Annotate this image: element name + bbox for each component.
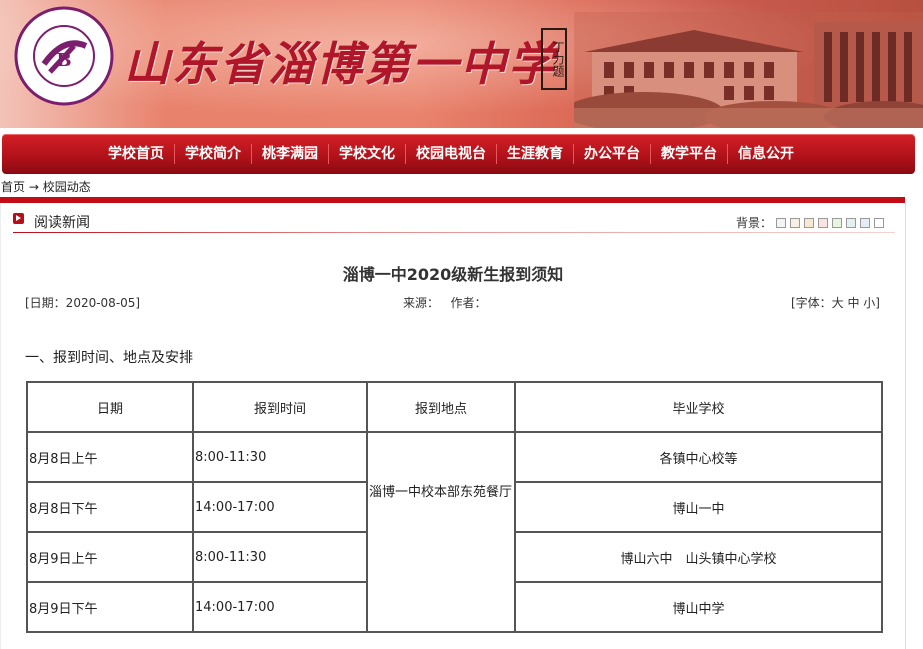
school-title: 山东省淄博第一中学	[124, 37, 556, 91]
cell-time: 14:00-17:00	[192, 481, 368, 533]
section-heading: 一、报到时间、地点及安排	[25, 350, 193, 366]
bg-swatch-1[interactable]	[776, 217, 787, 228]
nav-item-intro[interactable]: 学校简介	[174, 144, 251, 164]
bg-swatch-2[interactable]	[790, 217, 801, 228]
cell-school: 博山六中 山头镇中心学校	[514, 531, 883, 583]
breadcrumb-home[interactable]: 首页	[1, 180, 25, 194]
bg-swatch-8[interactable]	[874, 217, 885, 228]
table-row: 8月8日上午 8:00-11:30 淄博一中校本部东苑餐厅 各镇中心校等	[26, 431, 883, 633]
source-label: 来源：	[403, 296, 440, 310]
background-label: 背景：	[736, 216, 773, 230]
cell-time: 8:00-11:30	[192, 531, 368, 583]
article-panel: 阅读新闻 背景： 淄博一中2020级新生报到须知 [日期：2020-08-05]…	[0, 203, 906, 649]
cell-date: 8月9日上午	[26, 531, 194, 583]
article-date: [日期：2020-08-05]	[25, 296, 141, 310]
header-school: 毕业学校	[514, 381, 883, 433]
arrow-bullet-icon	[13, 213, 24, 224]
bg-swatch-4[interactable]	[818, 217, 829, 228]
calligraphy-seal: 丁力题	[541, 28, 567, 90]
nav-item-career[interactable]: 生涯教育	[496, 144, 573, 164]
article-source: 来源： 作者：	[403, 294, 486, 311]
font-size-switcher[interactable]: [字体：大 中 小]	[791, 294, 880, 311]
breadcrumb-separator: →	[28, 180, 39, 194]
nav-item-office[interactable]: 办公平台	[573, 144, 650, 164]
breadcrumb-current[interactable]: 校园动态	[43, 180, 91, 194]
header-location: 报到地点	[366, 381, 516, 433]
header-time: 报到时间	[192, 381, 368, 433]
cell-time: 14:00-17:00	[192, 581, 368, 633]
table-header-row: 日期 报到时间 报到地点 毕业学校	[26, 381, 883, 433]
cell-school: 各镇中心校等	[514, 431, 883, 483]
bg-swatch-7[interactable]	[860, 217, 871, 228]
header-date: 日期	[26, 381, 194, 433]
cell-date: 8月8日下午	[26, 481, 194, 533]
cell-school: 博山一中	[514, 481, 883, 533]
cell-location: 淄博一中校本部东苑餐厅	[366, 431, 516, 633]
school-building-illustration	[574, 12, 923, 128]
svg-text:B: B	[56, 50, 71, 71]
nav-item-info[interactable]: 信息公开	[727, 144, 804, 164]
main-nav: 学校首页 学校简介 桃李满园 学校文化 校园电视台 生涯教育 办公平台 教学平台…	[2, 134, 915, 174]
header-banner: B 山东省淄博第一中学 丁力题	[0, 0, 923, 128]
bg-swatch-5[interactable]	[832, 217, 843, 228]
school-logo: B	[14, 6, 114, 106]
panel-header: 阅读新闻 背景：	[1, 203, 905, 233]
bg-swatch-6[interactable]	[846, 217, 857, 228]
panel-underline	[13, 232, 895, 233]
nav-item-alumni[interactable]: 桃李满园	[251, 144, 328, 164]
nav-item-culture[interactable]: 学校文化	[328, 144, 405, 164]
article-title: 淄博一中2020级新生报到须知	[342, 265, 564, 284]
nav-item-campus-tv[interactable]: 校园电视台	[405, 144, 496, 164]
background-switcher: 背景：	[736, 214, 885, 231]
registration-schedule-table: 日期 报到时间 报到地点 毕业学校 8月8日上午 8:00-11:30 淄博一中…	[26, 381, 883, 633]
author-label: 作者：	[450, 296, 487, 310]
bg-swatch-3[interactable]	[804, 217, 815, 228]
cell-school: 博山中学	[514, 581, 883, 633]
panel-title: 阅读新闻	[34, 215, 90, 231]
cell-date: 8月8日上午	[26, 431, 194, 483]
cell-date: 8月9日下午	[26, 581, 194, 633]
nav-item-teaching[interactable]: 教学平台	[650, 144, 727, 164]
breadcrumb: 首页 → 校园动态	[1, 178, 91, 195]
cell-time: 8:00-11:30	[192, 431, 368, 483]
nav-item-home[interactable]: 学校首页	[98, 144, 174, 164]
